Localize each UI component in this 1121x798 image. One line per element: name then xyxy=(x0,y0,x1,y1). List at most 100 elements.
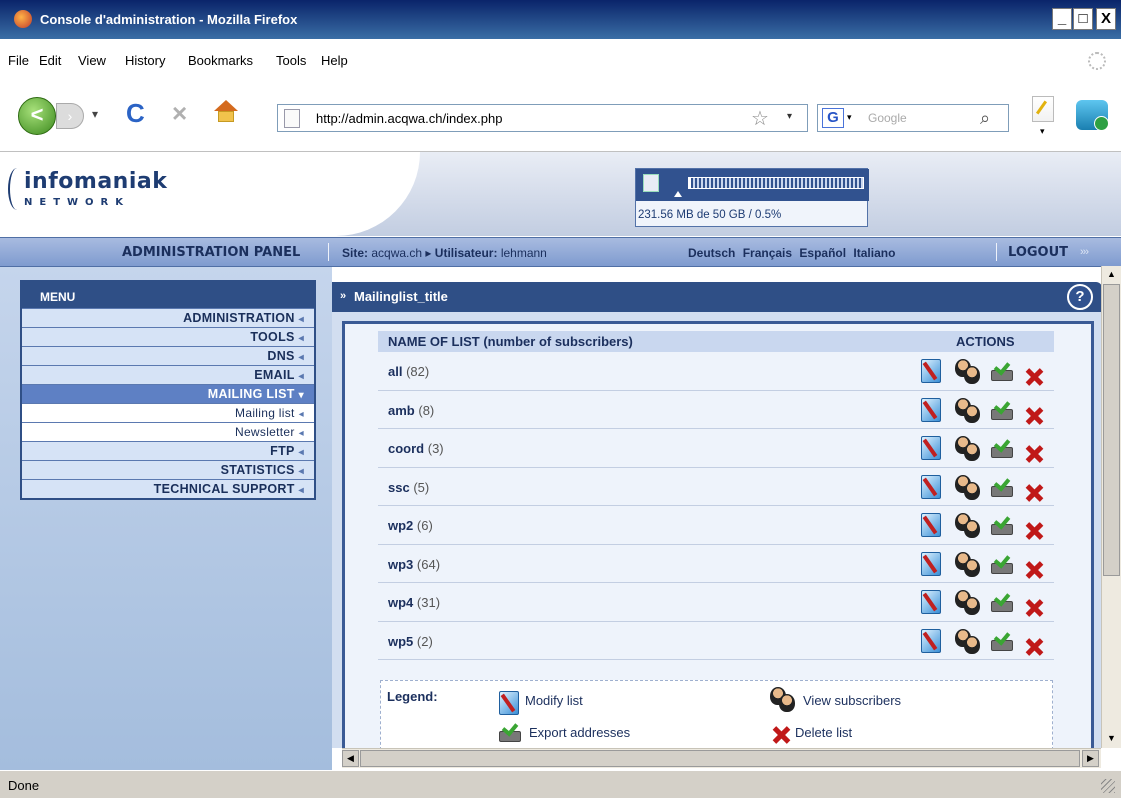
close-button[interactable]: X xyxy=(1096,8,1116,30)
export-addresses-icon[interactable] xyxy=(991,550,1015,575)
view-subscribers-icon[interactable] xyxy=(954,436,980,462)
menu-help[interactable]: Help xyxy=(321,53,348,68)
row-actions xyxy=(921,588,1053,618)
modify-list-icon xyxy=(499,691,519,715)
export-addresses-icon[interactable] xyxy=(991,396,1015,421)
sidebar-subitem-mailing-list[interactable]: Mailing list ◂ xyxy=(22,403,314,422)
modify-list-icon[interactable] xyxy=(921,436,941,460)
back-button[interactable]: < xyxy=(18,97,56,135)
delete-list-icon[interactable] xyxy=(1026,523,1042,539)
list-name-text: wp4 xyxy=(388,595,414,610)
export-addresses-icon[interactable] xyxy=(991,435,1015,459)
scroll-right-icon[interactable]: ▶ xyxy=(1082,750,1099,767)
delete-list-icon[interactable] xyxy=(1026,600,1042,616)
vertical-scrollbar[interactable]: ▲ ▼ xyxy=(1101,266,1121,748)
url-input[interactable]: http://admin.acqwa.ch/index.php xyxy=(316,111,502,126)
view-subscribers-icon[interactable] xyxy=(954,513,980,539)
reload-button[interactable]: C xyxy=(126,98,145,129)
view-subscribers-icon[interactable] xyxy=(954,590,980,616)
menu-view[interactable]: View xyxy=(78,53,106,68)
menu-history[interactable]: History xyxy=(125,53,165,68)
scroll-left-icon[interactable]: ◀ xyxy=(342,750,359,767)
export-addresses-icon[interactable] xyxy=(991,358,1015,382)
search-bar[interactable]: G ▾ Google ⌕ xyxy=(817,104,1009,132)
menu-tools[interactable]: Tools xyxy=(276,53,306,68)
google-engine-icon[interactable]: G xyxy=(822,108,844,128)
help-icon[interactable]: ? xyxy=(1067,284,1093,310)
modify-list-icon[interactable] xyxy=(921,397,941,422)
sidebar-item-administration[interactable]: ADMINISTRATION ◂ xyxy=(22,308,314,327)
modify-list-icon[interactable] xyxy=(921,590,941,614)
modify-list-icon[interactable] xyxy=(921,359,941,383)
export-addresses-icon[interactable] xyxy=(991,589,1015,613)
sidebar-item-ftp[interactable]: FTP ◂ xyxy=(22,441,314,460)
minimize-button[interactable]: _ xyxy=(1052,8,1072,30)
forward-button[interactable]: › xyxy=(56,103,84,129)
delete-list-icon[interactable] xyxy=(1026,485,1042,501)
search-icon[interactable]: ⌕ xyxy=(980,108,990,129)
view-subscribers-icon[interactable] xyxy=(954,474,980,501)
bookmark-star-icon[interactable]: ☆ xyxy=(751,106,769,131)
disk-icon xyxy=(643,174,659,192)
list-name: ssc (5) xyxy=(388,480,429,495)
sidebar-item-tools[interactable]: TOOLS ◂ xyxy=(22,327,314,346)
search-input[interactable]: Google xyxy=(868,111,907,125)
sidebar-item-mailing-list[interactable]: MAILING LIST ▾ xyxy=(22,384,314,403)
sidebar-item-dns[interactable]: DNS ◂ xyxy=(22,346,314,365)
lang-espanol-link[interactable]: Español xyxy=(799,246,846,260)
list-name: wp4 (31) xyxy=(388,595,440,610)
modify-list-icon[interactable] xyxy=(921,628,941,653)
notes-pencil-icon[interactable] xyxy=(1032,96,1054,122)
stop-button[interactable]: × xyxy=(172,98,187,129)
modify-list-icon[interactable] xyxy=(921,474,941,499)
url-dropdown-icon[interactable]: ▾ xyxy=(787,111,792,122)
logout-link[interactable]: LOGOUT xyxy=(1008,245,1068,260)
sidebar-item-email[interactable]: EMAIL ◂ xyxy=(22,365,314,384)
delete-list-icon[interactable] xyxy=(1026,369,1042,385)
lang-italiano-link[interactable]: Italiano xyxy=(853,246,895,260)
lang-francais-link[interactable]: Français xyxy=(743,246,792,260)
list-name-text: coord xyxy=(388,441,425,456)
sidebar-item-statistics[interactable]: STATISTICS ◂ xyxy=(22,460,314,479)
view-subscribers-icon[interactable] xyxy=(954,359,980,385)
maximize-button[interactable]: □ xyxy=(1073,8,1093,30)
export-addresses-icon[interactable] xyxy=(991,473,1015,498)
export-addresses-icon[interactable] xyxy=(991,627,1015,652)
sidebar-item-label: TOOLS xyxy=(250,330,295,344)
url-bar[interactable]: http://admin.acqwa.ch/index.php ☆ ▾ xyxy=(277,104,808,132)
home-roof-icon xyxy=(214,100,238,111)
menu-edit[interactable]: Edit xyxy=(39,53,61,68)
horizontal-scrollbar[interactable]: ◀ ▶ xyxy=(342,748,1101,768)
scroll-up-icon[interactable]: ▲ xyxy=(1103,266,1120,283)
skype-extension-icon[interactable] xyxy=(1076,100,1109,131)
lang-deutsch-link[interactable]: Deutsch xyxy=(688,246,735,260)
modify-list-icon[interactable] xyxy=(921,513,941,537)
scroll-down-icon[interactable]: ▼ xyxy=(1103,730,1120,747)
notes-dropdown-icon[interactable]: ▾ xyxy=(1040,126,1045,137)
scrollbar-thumb[interactable] xyxy=(360,750,1080,767)
subscriber-count: (8) xyxy=(418,402,435,418)
window-title: Console d'administration - Mozilla Firef… xyxy=(40,12,298,27)
delete-list-icon[interactable] xyxy=(1026,408,1042,424)
sidebar-subitem-newsletter[interactable]: Newsletter ◂ xyxy=(22,422,314,441)
view-subscribers-icon[interactable] xyxy=(954,551,980,578)
sidebar-item-label: ADMINISTRATION xyxy=(183,311,295,325)
view-subscribers-icon[interactable] xyxy=(954,628,980,655)
arrow-left-icon: ◂ xyxy=(298,371,304,382)
scrollbar-thumb[interactable] xyxy=(1103,284,1120,576)
delete-list-icon[interactable] xyxy=(1026,446,1042,462)
delete-list-icon[interactable] xyxy=(1026,562,1042,578)
delete-list-icon[interactable] xyxy=(1026,639,1042,655)
view-subscribers-icon[interactable] xyxy=(954,397,980,424)
resize-grip-icon[interactable] xyxy=(1101,779,1115,793)
export-addresses-icon[interactable] xyxy=(991,512,1015,536)
menu-bookmarks[interactable]: Bookmarks xyxy=(188,53,253,68)
arrow-down-icon: ▾ xyxy=(298,390,304,401)
menu-file[interactable]: File xyxy=(8,53,29,68)
infomaniak-logo[interactable]: infomaniak NETWORK xyxy=(8,166,198,216)
modify-list-icon[interactable] xyxy=(921,551,941,576)
sidebar-item-technical-support[interactable]: TECHNICAL SUPPORT ◂ xyxy=(22,479,314,498)
search-engine-dropdown-icon[interactable]: ▾ xyxy=(847,112,852,123)
history-dropdown-button[interactable]: ▾ xyxy=(92,107,98,121)
subscriber-count: (31) xyxy=(416,595,441,610)
